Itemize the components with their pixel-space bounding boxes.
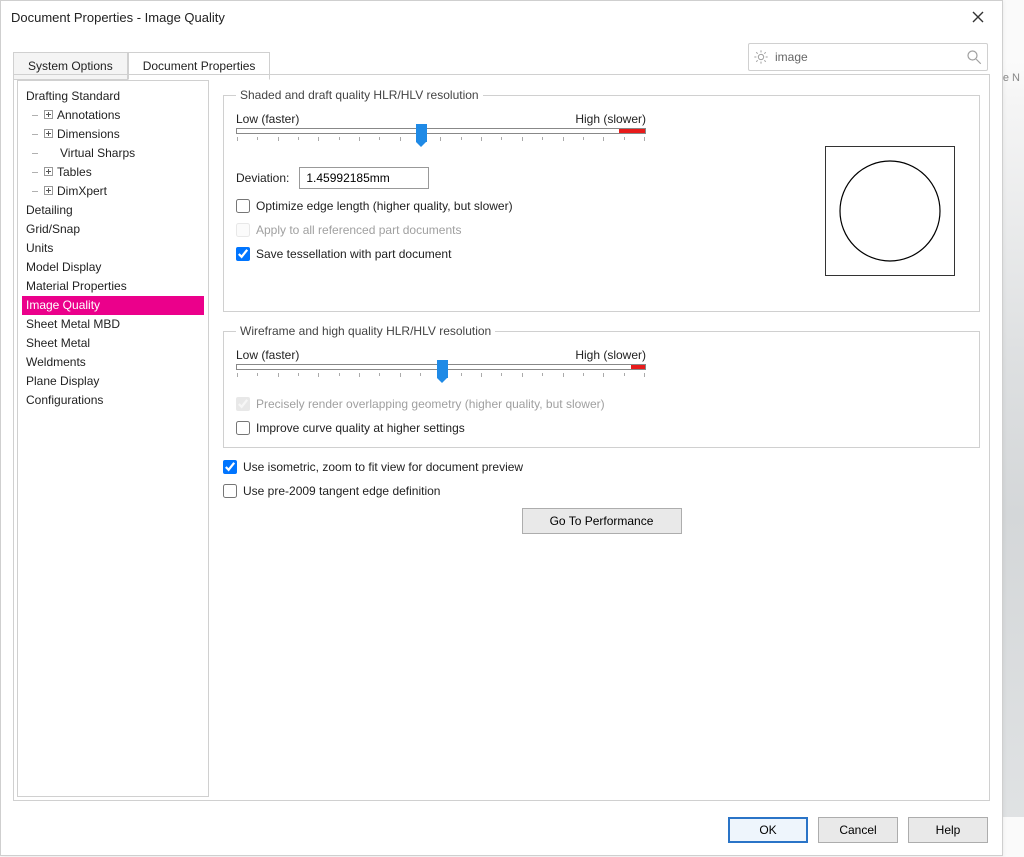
apply-all-checkbox [236, 223, 250, 237]
isometric-preview-label: Use isometric, zoom to fit view for docu… [243, 460, 523, 474]
tree-tables[interactable]: Tables [22, 163, 204, 182]
document-properties-dialog: Document Properties - Image Quality Syst… [0, 0, 1003, 856]
deviation-input[interactable] [299, 167, 429, 189]
tree-image-quality[interactable]: Image Quality [22, 296, 204, 315]
gear-icon [753, 49, 769, 65]
tree-plane-display[interactable]: Plane Display [22, 372, 204, 391]
search-box[interactable] [748, 43, 988, 71]
tree-configurations[interactable]: Configurations [22, 391, 204, 410]
tree-annotations[interactable]: Annotations [22, 106, 204, 125]
tree-dimxpert[interactable]: DimXpert [22, 182, 204, 201]
circle-preview-icon [835, 156, 945, 266]
wireframe-quality-group: Wireframe and high quality HLR/HLV resol… [223, 324, 980, 448]
tree-drafting-standard[interactable]: Drafting Standard [22, 87, 204, 106]
preview-box [825, 146, 955, 276]
tree-model-display[interactable]: Model Display [22, 258, 204, 277]
pre2009-tangent-label: Use pre-2009 tangent edge definition [243, 484, 440, 498]
expand-icon[interactable] [44, 167, 53, 176]
optimize-edge-checkbox[interactable] [236, 199, 250, 213]
isometric-preview-checkbox[interactable] [223, 460, 237, 474]
low-label: Low (faster) [236, 348, 299, 362]
tree-sheet-metal[interactable]: Sheet Metal [22, 334, 204, 353]
tree-detailing[interactable]: Detailing [22, 201, 204, 220]
expand-icon[interactable] [44, 129, 53, 138]
tree-units[interactable]: Units [22, 239, 204, 258]
improve-curve-label: Improve curve quality at higher settings [256, 421, 465, 435]
shaded-quality-legend: Shaded and draft quality HLR/HLV resolut… [236, 88, 483, 102]
go-to-performance-button[interactable]: Go To Performance [522, 508, 682, 534]
tree-grid-snap[interactable]: Grid/Snap [22, 220, 204, 239]
category-tree: Drafting Standard Annotations Dimensions… [17, 80, 209, 797]
close-button[interactable] [964, 3, 992, 31]
search-input[interactable] [769, 50, 965, 64]
search-icon [965, 48, 983, 66]
apply-all-label: Apply to all referenced part documents [256, 223, 461, 237]
shaded-quality-group: Shaded and draft quality HLR/HLV resolut… [223, 88, 980, 312]
save-tessellation-label: Save tessellation with part document [256, 247, 451, 261]
wireframe-quality-legend: Wireframe and high quality HLR/HLV resol… [236, 324, 495, 338]
expand-icon[interactable] [44, 110, 53, 119]
footer-buttons: OK Cancel Help [728, 817, 988, 843]
ok-button[interactable]: OK [728, 817, 808, 843]
close-icon [972, 11, 984, 23]
precisely-render-checkbox [236, 397, 250, 411]
high-label: High (slower) [575, 112, 646, 126]
deviation-label: Deviation: [236, 171, 289, 185]
window-title: Document Properties - Image Quality [11, 10, 225, 25]
optimize-edge-label: Optimize edge length (higher quality, bu… [256, 199, 513, 213]
cancel-button[interactable]: Cancel [818, 817, 898, 843]
titlebar: Document Properties - Image Quality [1, 1, 1002, 33]
tree-dimensions[interactable]: Dimensions [22, 125, 204, 144]
wireframe-quality-slider[interactable] [236, 364, 646, 377]
precisely-render-label: Precisely render overlapping geometry (h… [256, 397, 605, 411]
save-tessellation-checkbox[interactable] [236, 247, 250, 261]
shaded-quality-slider[interactable] [236, 128, 646, 141]
high-label: High (slower) [575, 348, 646, 362]
pre2009-tangent-checkbox[interactable] [223, 484, 237, 498]
tree-sheet-metal-mbd[interactable]: Sheet Metal MBD [22, 315, 204, 334]
expand-icon[interactable] [44, 186, 53, 195]
improve-curve-checkbox[interactable] [236, 421, 250, 435]
low-label: Low (faster) [236, 112, 299, 126]
help-button[interactable]: Help [908, 817, 988, 843]
content-area: Shaded and draft quality HLR/HLV resolut… [217, 80, 986, 797]
tree-weldments[interactable]: Weldments [22, 353, 204, 372]
tree-virtual-sharps[interactable]: Virtual Sharps [22, 144, 204, 163]
tree-material-properties[interactable]: Material Properties [22, 277, 204, 296]
